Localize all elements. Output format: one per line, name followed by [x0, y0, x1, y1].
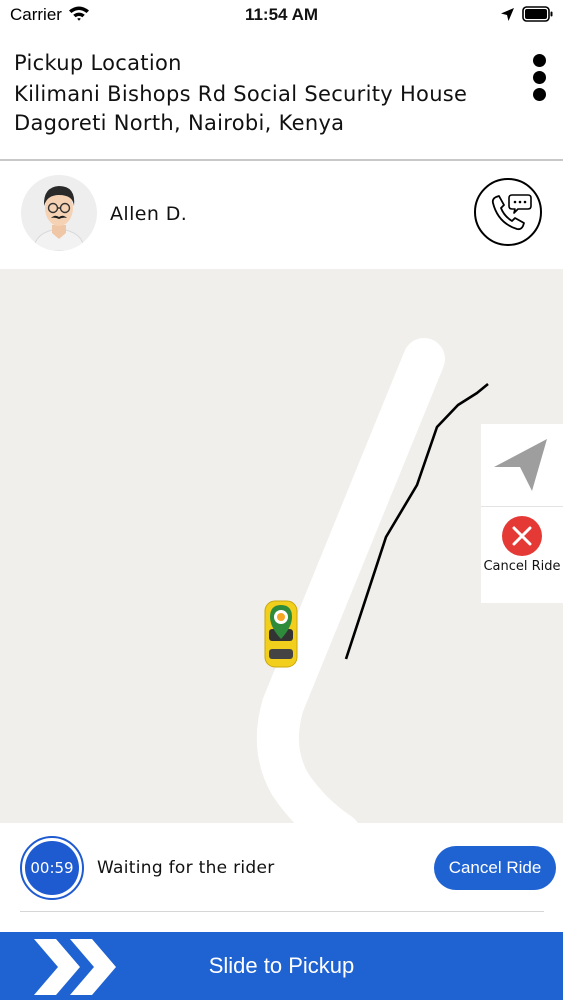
rider-row: Allen D.: [0, 161, 563, 269]
slide-label: Slide to Pickup: [208, 953, 355, 978]
pickup-header: Pickup Location Kilimani Bishops Rd Soci…: [0, 30, 563, 161]
divider: [20, 911, 544, 912]
waiting-message: Waiting for the rider: [97, 858, 275, 878]
navigation-arrow-icon: [494, 439, 547, 491]
battery-icon: [522, 6, 554, 26]
cancel-ride-side-button[interactable]: Cancel Ride: [481, 507, 563, 603]
more-menu-button[interactable]: [524, 54, 554, 104]
cancel-ride-side-label: Cancel Ride: [483, 559, 561, 574]
avatar: [21, 175, 97, 251]
pickup-title: Pickup Location: [14, 51, 182, 75]
close-icon: [502, 516, 542, 556]
map-roads: [256, 338, 489, 823]
slide-to-pickup[interactable]: Slide to Pickup: [0, 932, 563, 1000]
timer-value: 00:59: [25, 841, 79, 895]
status-bar: Carrier 11:54 AM: [0, 0, 563, 30]
more-vertical-icon: [532, 54, 546, 67]
call-chat-button[interactable]: [474, 178, 542, 246]
waiting-panel: 00:59 Waiting for the rider Cancel Ride: [0, 823, 563, 932]
rider-name: Allen D.: [110, 203, 188, 225]
status-time: 11:54 AM: [244, 5, 319, 24]
phone-chat-icon: [491, 194, 532, 231]
countdown-timer: 00:59: [20, 836, 84, 900]
pickup-address: Kilimani Bishops Rd Social Security Hous…: [14, 82, 468, 135]
map-controls: Cancel Ride: [481, 424, 563, 603]
recenter-button[interactable]: [481, 424, 563, 507]
map-view[interactable]: Cancel Ride: [0, 269, 563, 823]
car-marker: [262, 599, 300, 675]
location-arrow-icon: [500, 7, 515, 26]
cancel-ride-button[interactable]: Cancel Ride: [434, 846, 556, 890]
